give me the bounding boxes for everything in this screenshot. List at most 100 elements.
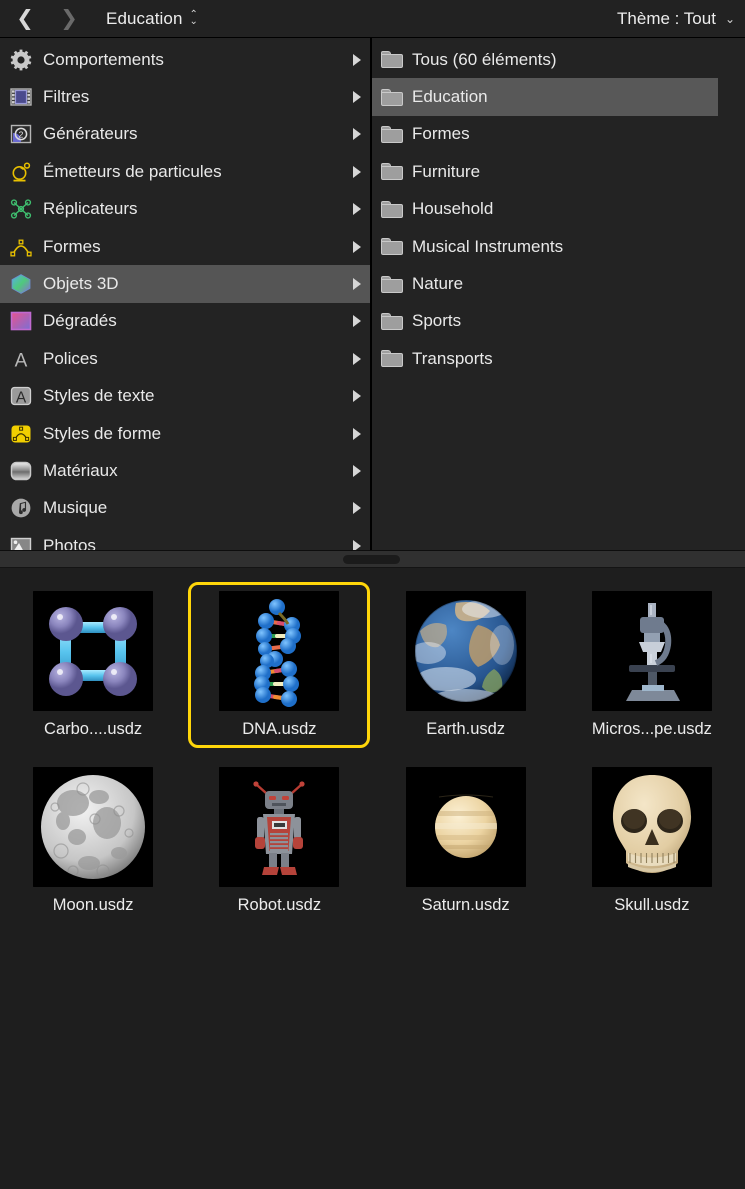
folder-row-tous-60-l-ments[interactable]: Tous (60 éléments) bbox=[372, 41, 718, 78]
asset-cell-robot[interactable]: Robot.usdz bbox=[188, 758, 370, 924]
disclosure-arrow-icon[interactable] bbox=[353, 390, 361, 403]
folder-row-education[interactable]: Education bbox=[372, 78, 718, 116]
splitter-grip-handle[interactable] bbox=[343, 554, 400, 564]
folder-icon bbox=[381, 200, 403, 218]
theme-dropdown[interactable]: Thème : Tout ⌄ bbox=[617, 9, 735, 29]
folder-row-formes[interactable]: Formes bbox=[372, 116, 718, 153]
asset-label: Saturn.usdz bbox=[421, 896, 510, 914]
disclosure-arrow-icon[interactable] bbox=[353, 464, 361, 477]
music-note-icon bbox=[9, 496, 33, 520]
folder-icon bbox=[381, 51, 403, 69]
replicator-icon bbox=[9, 197, 33, 221]
library-browser: Comportements Filtres 2 Générateurs Émetteur… bbox=[0, 38, 745, 550]
asset-label: Robot.usdz bbox=[237, 896, 322, 914]
folder-row-household[interactable]: Household bbox=[372, 191, 718, 228]
asset-thumbnail-robot[interactable] bbox=[219, 767, 340, 887]
category-row-filtres[interactable]: Filtres bbox=[0, 78, 370, 115]
category-row-comportements[interactable]: Comportements bbox=[0, 41, 370, 78]
folder-row-nature[interactable]: Nature bbox=[372, 265, 718, 302]
asset-cell-skull[interactable]: Skull.usdz bbox=[561, 758, 743, 924]
back-button[interactable]: ❮ bbox=[8, 4, 42, 34]
svg-text:2: 2 bbox=[19, 130, 24, 140]
asset-cell-microscope[interactable]: Micros...pe.usdz bbox=[561, 582, 743, 748]
asset-label: Skull.usdz bbox=[614, 896, 690, 914]
category-label: Comportements bbox=[43, 49, 164, 69]
gear-icon bbox=[9, 48, 33, 72]
top-toolbar: ❮ ❯ Education ⌃ ⌄ Thème : Tout ⌄ bbox=[0, 0, 745, 38]
folder-label: Household bbox=[412, 199, 494, 219]
disclosure-arrow-icon[interactable] bbox=[353, 165, 361, 178]
asset-cell-carbon[interactable]: Carbo....usdz bbox=[2, 582, 184, 748]
disclosure-arrow-icon[interactable] bbox=[353, 91, 361, 104]
category-row-polices[interactable]: A Polices bbox=[0, 340, 370, 377]
category-label: Styles de texte bbox=[43, 386, 155, 406]
asset-label: Carbo....usdz bbox=[44, 720, 143, 738]
disclosure-arrow-icon[interactable] bbox=[353, 53, 361, 66]
theme-label: Thème : Tout bbox=[617, 8, 716, 28]
disclosure-arrow-icon[interactable] bbox=[353, 315, 361, 328]
category-label: Émetteurs de particules bbox=[43, 161, 222, 181]
asset-cell-dna[interactable]: DNA.usdz bbox=[188, 582, 371, 748]
category-label: Filtres bbox=[43, 87, 90, 107]
asset-thumbnail-saturn[interactable] bbox=[405, 767, 526, 887]
category-row-mat-riaux[interactable]: Matériaux bbox=[0, 452, 370, 489]
category-row-formes[interactable]: Formes bbox=[0, 228, 370, 265]
asset-cell-saturn[interactable]: Saturn.usdz bbox=[375, 758, 557, 924]
category-row-photos[interactable]: Photos bbox=[0, 527, 370, 550]
chevron-down-icon: ⌄ bbox=[724, 11, 735, 26]
folder-icon bbox=[381, 350, 403, 368]
category-row-metteurs-de-particules[interactable]: Émetteurs de particules bbox=[0, 153, 370, 190]
category-row-d-grad-s[interactable]: Dégradés bbox=[0, 303, 370, 340]
folder-icon bbox=[381, 88, 403, 106]
disclosure-arrow-icon[interactable] bbox=[353, 240, 361, 253]
category-row-objets-3d[interactable]: Objets 3D bbox=[0, 265, 370, 303]
folder-icon bbox=[381, 163, 403, 181]
asset-thumbnail-skull[interactable] bbox=[591, 767, 712, 887]
asset-thumbnail-dna[interactable] bbox=[219, 591, 340, 711]
category-label: Objets 3D bbox=[43, 274, 119, 294]
disclosure-arrow-icon[interactable] bbox=[353, 427, 361, 440]
folder-icon bbox=[381, 312, 403, 330]
category-label: Polices bbox=[43, 348, 98, 368]
asset-label: Earth.usdz bbox=[426, 720, 506, 738]
folder-row-sports[interactable]: Sports bbox=[372, 303, 718, 340]
asset-thumbnail-earth[interactable] bbox=[405, 591, 526, 711]
category-list[interactable]: Comportements Filtres 2 Générateurs Émetteur… bbox=[0, 38, 372, 550]
asset-thumbnail-microscope[interactable] bbox=[591, 591, 712, 711]
category-label: Formes bbox=[43, 236, 101, 256]
forward-button[interactable]: ❯ bbox=[52, 4, 86, 34]
folder-row-transports[interactable]: Transports bbox=[372, 340, 718, 377]
folder-label: Transports bbox=[412, 348, 493, 368]
folder-list[interactable]: Tous (60 éléments) Education Formes Furnitu… bbox=[372, 38, 745, 550]
cube-3d-icon bbox=[9, 272, 33, 296]
film-strip-icon bbox=[9, 85, 33, 109]
category-row-r-plicateurs[interactable]: Réplicateurs bbox=[0, 191, 370, 228]
disclosure-arrow-icon[interactable] bbox=[353, 502, 361, 515]
disclosure-arrow-icon[interactable] bbox=[353, 352, 361, 365]
folder-label: Formes bbox=[412, 124, 470, 144]
path-stepper-button[interactable]: ⌃ ⌄ bbox=[190, 9, 198, 26]
folder-row-furniture[interactable]: Furniture bbox=[372, 153, 718, 190]
asset-cell-moon[interactable]: Moon.usdz bbox=[2, 758, 184, 924]
folder-icon bbox=[381, 125, 403, 143]
folder-label: Education bbox=[412, 87, 488, 107]
asset-thumbnail-moon[interactable] bbox=[33, 767, 154, 887]
category-row-musique[interactable]: Musique bbox=[0, 490, 370, 527]
panel-splitter[interactable] bbox=[0, 550, 745, 568]
folder-label: Tous (60 éléments) bbox=[412, 49, 557, 69]
asset-thumbnail-carbon[interactable] bbox=[33, 591, 154, 711]
disclosure-arrow-icon[interactable] bbox=[353, 128, 361, 141]
material-icon bbox=[9, 459, 33, 483]
disclosure-arrow-icon[interactable] bbox=[353, 278, 361, 291]
category-label: Photos bbox=[43, 535, 96, 550]
generator-icon: 2 bbox=[9, 122, 33, 146]
asset-cell-earth[interactable]: Earth.usdz bbox=[375, 582, 557, 748]
category-row-g-n-rateurs[interactable]: 2 Générateurs bbox=[0, 116, 370, 153]
folder-row-musical-instruments[interactable]: Musical Instruments bbox=[372, 228, 718, 265]
folder-icon bbox=[381, 275, 403, 293]
disclosure-arrow-icon[interactable] bbox=[353, 539, 361, 550]
category-row-styles-de-forme[interactable]: Styles de forme bbox=[0, 415, 370, 452]
disclosure-arrow-icon[interactable] bbox=[353, 203, 361, 216]
category-row-styles-de-texte[interactable]: A Styles de texte bbox=[0, 378, 370, 415]
asset-grid[interactable]: Carbo....usdz DNA.usdz Earth.usdz Micros...… bbox=[0, 568, 745, 1186]
